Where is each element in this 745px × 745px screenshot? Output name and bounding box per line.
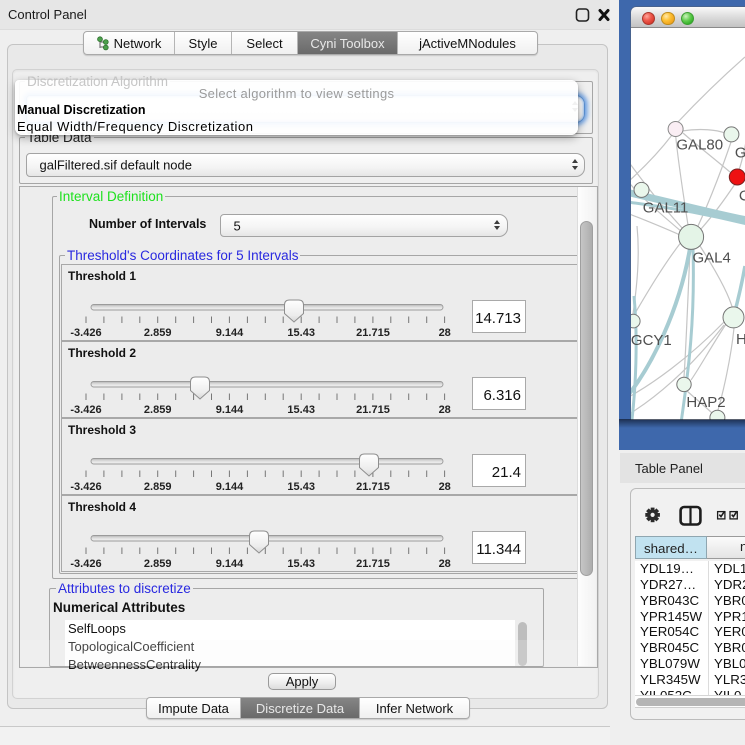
svg-text:21.715: 21.715: [356, 481, 390, 493]
svg-text:GAL4: GAL4: [693, 249, 731, 266]
svg-text:9.144: 9.144: [216, 481, 244, 493]
svg-text:2.859: 2.859: [144, 558, 172, 570]
svg-text:GCY1: GCY1: [631, 332, 672, 349]
svg-text:15.43: 15.43: [287, 481, 315, 493]
svg-text:9.144: 9.144: [216, 404, 244, 416]
svg-text:-3.426: -3.426: [70, 481, 101, 493]
svg-text:2.859: 2.859: [144, 327, 172, 339]
svg-text:21.715: 21.715: [356, 404, 390, 416]
svg-text:C: C: [739, 188, 745, 205]
svg-text:9.144: 9.144: [216, 558, 244, 570]
svg-text:-3.426: -3.426: [70, 404, 101, 416]
svg-text:28: 28: [439, 404, 451, 416]
svg-text:28: 28: [439, 558, 451, 570]
svg-text:21.715: 21.715: [356, 558, 390, 570]
svg-text:-3.426: -3.426: [70, 558, 101, 570]
svg-text:15.43: 15.43: [287, 558, 315, 570]
svg-text:9.144: 9.144: [216, 327, 244, 339]
svg-text:2.859: 2.859: [144, 481, 172, 493]
svg-text:-3.426: -3.426: [70, 327, 101, 339]
svg-text:GAL80: GAL80: [676, 137, 723, 154]
svg-text:H: H: [736, 331, 745, 348]
svg-text:28: 28: [439, 327, 451, 339]
svg-text:2.859: 2.859: [144, 404, 172, 416]
svg-text:15.43: 15.43: [287, 327, 315, 339]
svg-text:21.715: 21.715: [356, 327, 390, 339]
svg-text:HAP2: HAP2: [686, 394, 725, 411]
svg-text:15.43: 15.43: [287, 404, 315, 416]
svg-text:28: 28: [439, 481, 451, 493]
svg-text:GAL11: GAL11: [643, 200, 689, 217]
svg-text:GA: GA: [735, 145, 745, 162]
